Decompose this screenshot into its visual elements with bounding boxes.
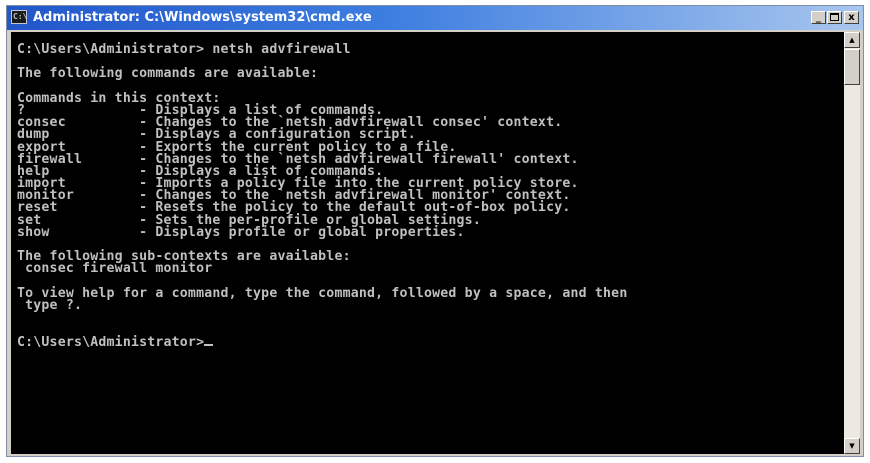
maximize-icon: [830, 13, 839, 21]
console-line: To view help for a command, type the com…: [17, 285, 628, 301]
console-line: The following commands are available:: [17, 66, 319, 82]
console-line: C:\Users\Administrator>: [17, 335, 845, 349]
cmd-window: C:\ Administrator: C:\Windows\system32\c…: [6, 5, 864, 457]
console-text: C:\Users\Administrator> netsh advfirewal…: [11, 32, 845, 349]
console-line: show - Displays profile or global proper…: [17, 224, 465, 240]
text-cursor: [204, 343, 214, 346]
window-title: Administrator: C:\Windows\system32\cmd.e…: [33, 10, 372, 25]
scroll-thumb[interactable]: [844, 49, 860, 85]
console-line: type ?.: [17, 297, 83, 313]
scroll-down-button[interactable]: ▼: [844, 438, 860, 454]
scroll-up-button[interactable]: ▲: [844, 32, 860, 48]
minimize-button[interactable]: _: [811, 11, 826, 24]
console-line: C:\Users\Administrator> netsh advfirewal…: [17, 42, 351, 57]
vertical-scrollbar[interactable]: ▲ ▼: [844, 32, 860, 454]
console-output[interactable]: C:\Users\Administrator> netsh advfirewal…: [11, 32, 845, 454]
title-bar[interactable]: C:\ Administrator: C:\Windows\system32\c…: [7, 6, 863, 32]
maximize-button[interactable]: [827, 11, 842, 24]
close-button[interactable]: x: [844, 11, 859, 24]
console-line: consec firewall monitor: [17, 261, 213, 277]
